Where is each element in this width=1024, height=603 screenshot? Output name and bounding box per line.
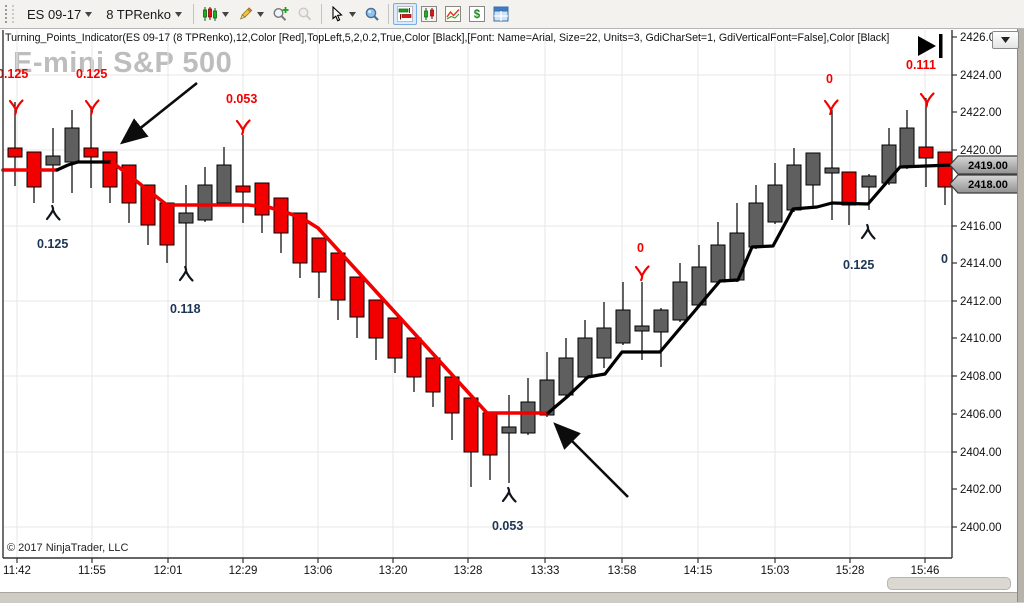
chart-canvas[interactable]: 0.125 0.125 0.053 0 0 0.111 0.125 0.118 0.053 0.1… — [0, 0, 1024, 602]
candlestick-chart-icon — [421, 6, 437, 22]
period-label: 8 TPRenko — [106, 7, 171, 22]
chevron-down-icon — [1001, 37, 1010, 43]
svg-text:2412.00: 2412.00 — [960, 296, 1002, 308]
zoom-in-button[interactable] — [268, 3, 293, 25]
svg-text:2416.00: 2416.00 — [960, 221, 1002, 233]
svg-text:2404.00: 2404.00 — [960, 447, 1002, 459]
pencil-icon — [237, 6, 253, 22]
y-axis[interactable]: 2426.002424.002422.002420.002416.002414.… — [952, 32, 1002, 534]
svg-text:2406.00: 2406.00 — [960, 409, 1002, 421]
price-panel-icon — [397, 6, 413, 22]
svg-text:2400.00: 2400.00 — [960, 522, 1002, 534]
svg-text:2408.00: 2408.00 — [960, 371, 1002, 383]
svg-text:0: 0 — [637, 241, 644, 255]
svg-text:2422.00: 2422.00 — [960, 107, 1002, 119]
svg-text:2419.00: 2419.00 — [968, 160, 1008, 172]
svg-text:0.053: 0.053 — [492, 519, 523, 533]
svg-text:0.125: 0.125 — [0, 67, 28, 81]
line-chart-icon — [445, 6, 461, 22]
svg-text:13:33: 13:33 — [531, 565, 560, 577]
svg-text:0.118: 0.118 — [170, 302, 201, 316]
horizontal-scrollbar-thumb[interactable] — [887, 577, 1011, 590]
cursor-icon — [330, 6, 345, 22]
dollar-icon: $ — [469, 6, 485, 22]
indicator-settings-label[interactable]: Turning_Points_Indicator(ES 09-17 (8 TPR… — [5, 32, 889, 44]
data-box-icon — [364, 6, 380, 22]
svg-text:15:46: 15:46 — [911, 565, 940, 577]
svg-text:14:15: 14:15 — [684, 565, 713, 577]
candles-layer[interactable] — [8, 98, 952, 487]
price-badges: 2419.00 2418.00 — [950, 156, 1019, 193]
chevron-down-icon — [349, 12, 356, 17]
properties-panel-button[interactable] — [489, 3, 513, 25]
grid-layer — [3, 30, 952, 558]
line-chart-button[interactable] — [441, 3, 465, 25]
svg-text:2410.00: 2410.00 — [960, 333, 1002, 345]
chart-toolbar: ES 09-17 8 TPRenko — [0, 0, 1024, 29]
x-axis[interactable]: 11:42 11:55 12:01 12:29 13:06 13:20 13:28 13:33… — [3, 558, 939, 577]
price-panel-button[interactable] — [393, 3, 417, 25]
toolbar-separator — [388, 4, 389, 24]
svg-text:2424.00: 2424.00 — [960, 70, 1002, 82]
chevron-down-icon — [222, 12, 229, 17]
value-labels: 0.125 0.125 0.053 0 0 0.111 0.125 0.118 0.053 0.1… — [0, 58, 948, 533]
candlestick-chart-button[interactable] — [417, 3, 441, 25]
zoom-out-icon — [297, 6, 313, 22]
svg-text:2402.00: 2402.00 — [960, 484, 1002, 496]
chart-style-button[interactable] — [198, 3, 233, 25]
window-right-edge — [1017, 0, 1024, 602]
chevron-down-icon — [257, 12, 264, 17]
svg-text:12:01: 12:01 — [154, 565, 183, 577]
svg-text:15:03: 15:03 — [761, 565, 790, 577]
toolbar-separator — [193, 4, 194, 24]
svg-text:$: $ — [474, 9, 481, 21]
chart-style-icon — [202, 6, 218, 22]
dollar-button[interactable]: $ — [465, 3, 489, 25]
axes-frame — [3, 30, 952, 558]
svg-text:0.111: 0.111 — [906, 58, 936, 72]
svg-text:11:55: 11:55 — [78, 565, 106, 577]
data-box-button[interactable] — [360, 3, 384, 25]
playback-marker — [918, 34, 943, 58]
svg-text:0.053: 0.053 — [226, 92, 257, 106]
chart-scrollbar-dropdown-button[interactable] — [992, 31, 1019, 49]
svg-text:15:28: 15:28 — [836, 565, 865, 577]
svg-text:2420.00: 2420.00 — [960, 145, 1002, 157]
svg-text:0: 0 — [826, 72, 833, 86]
chevron-down-icon — [175, 12, 182, 17]
cursor-button[interactable] — [326, 3, 360, 25]
drawing-tools-button[interactable] — [233, 3, 268, 25]
svg-text:13:06: 13:06 — [304, 565, 333, 577]
svg-text:0.125: 0.125 — [37, 237, 68, 251]
svg-text:0.125: 0.125 — [843, 258, 874, 272]
svg-text:13:58: 13:58 — [608, 565, 637, 577]
svg-text:0: 0 — [941, 252, 948, 266]
chevron-down-icon — [85, 12, 92, 17]
svg-text:2414.00: 2414.00 — [960, 258, 1002, 270]
copyright-notice: © 2017 NinjaTrader, LLC — [7, 542, 128, 554]
properties-panel-icon — [493, 6, 509, 22]
svg-text:11:42: 11:42 — [3, 565, 31, 577]
instrument-label: ES 09-17 — [27, 7, 81, 22]
zoom-out-button[interactable] — [293, 3, 317, 25]
svg-text:13:28: 13:28 — [454, 565, 483, 577]
toolbar-grip[interactable] — [5, 5, 14, 23]
svg-text:0.125: 0.125 — [76, 67, 107, 81]
svg-text:12:29: 12:29 — [229, 565, 258, 577]
svg-text:13:20: 13:20 — [379, 565, 408, 577]
zoom-in-icon — [272, 6, 289, 22]
svg-text:2418.00: 2418.00 — [968, 179, 1008, 191]
window-bottom-edge — [0, 592, 1024, 603]
period-selector[interactable]: 8 TPRenko — [99, 4, 189, 25]
instrument-selector[interactable]: ES 09-17 — [20, 4, 99, 25]
toolbar-separator — [321, 4, 322, 24]
